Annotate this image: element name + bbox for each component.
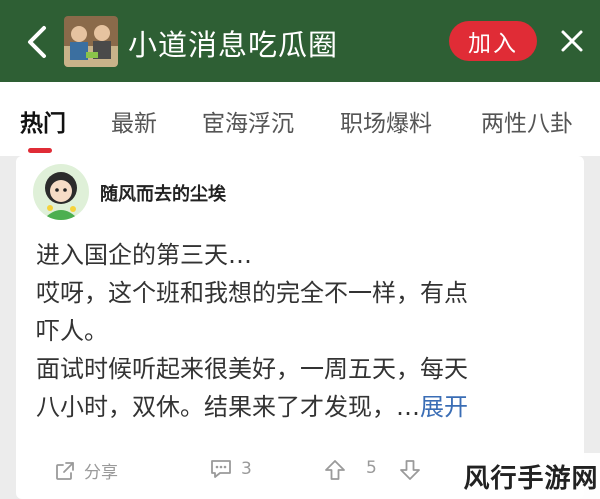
- active-tab-indicator: [28, 148, 52, 153]
- post-line: 进入国企的第三天…: [36, 241, 252, 269]
- post-author[interactable]: 随风而去的尘埃: [100, 180, 226, 206]
- tab-workplace[interactable]: 职场爆料: [340, 104, 432, 138]
- post-line: 吓人。: [36, 317, 108, 345]
- comment-count: 3: [241, 459, 252, 479]
- post-line: 哎呀，这个班和我想的完全不一样，有点: [36, 279, 468, 307]
- user-avatar[interactable]: [33, 164, 89, 220]
- tab-officialdom[interactable]: 宦海浮沉: [202, 104, 294, 138]
- post-content[interactable]: 进入国企的第三天… 哎呀，这个班和我想的完全不一样，有点 吓人。 面试时候听起来…: [36, 236, 556, 426]
- chevron-left-icon[interactable]: [24, 24, 52, 60]
- post-card[interactable]: 随风而去的尘埃 进入国企的第三天… 哎呀，这个班和我想的完全不一样，有点 吓人。…: [16, 156, 584, 499]
- post-line: 面试时候听起来很美好，一周五天，每天: [36, 355, 468, 383]
- category-tabs: 热门 最新 宦海浮沉 职场爆料 两性八卦: [0, 82, 600, 156]
- comment-button[interactable]: 3: [209, 458, 252, 480]
- site-watermark: 风行手游网: [462, 453, 600, 499]
- tab-gossip[interactable]: 两性八卦: [481, 104, 573, 138]
- tab-hot[interactable]: 热门: [20, 104, 66, 138]
- vote-count: 5: [366, 458, 377, 478]
- comment-icon: [211, 460, 231, 478]
- upvote-button[interactable]: [323, 458, 355, 482]
- share-label: 分享: [84, 463, 118, 483]
- group-title: 小道消息吃瓜圈: [128, 28, 339, 62]
- share-button[interactable]: 分享: [54, 458, 118, 483]
- share-icon: [56, 461, 74, 480]
- expand-link[interactable]: 展开: [420, 393, 468, 421]
- tab-latest[interactable]: 最新: [111, 104, 157, 138]
- join-button[interactable]: 加入: [449, 21, 537, 61]
- arrow-down-icon: [400, 460, 420, 480]
- arrow-up-icon: [325, 460, 345, 480]
- group-avatar[interactable]: [64, 16, 118, 67]
- post-line: 八小时，双休。结果来了才发现，…: [36, 393, 420, 421]
- group-header: 小道消息吃瓜圈 加入: [0, 0, 600, 82]
- downvote-button[interactable]: [398, 458, 430, 482]
- close-icon[interactable]: [555, 24, 589, 58]
